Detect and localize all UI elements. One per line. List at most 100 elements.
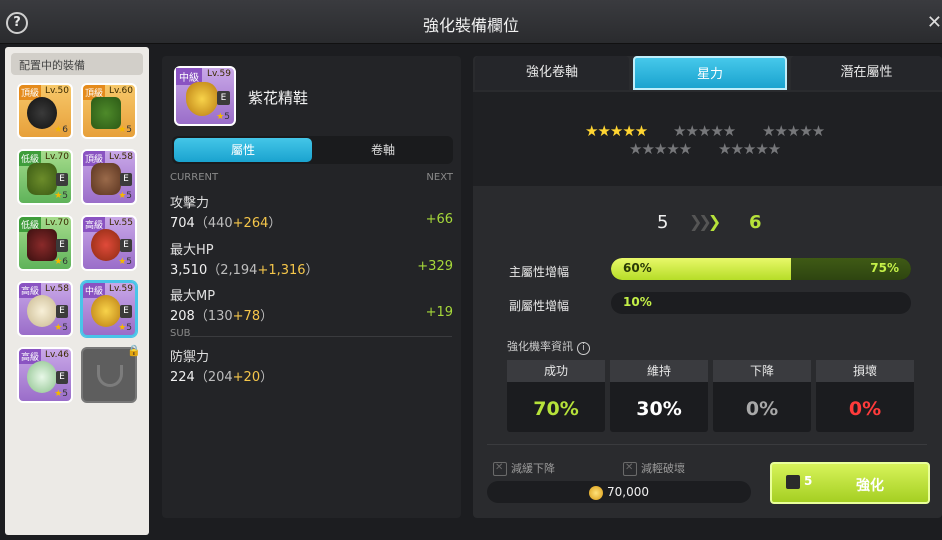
selected-item-icon: 中級 Lv.59 E 5 <box>174 66 236 126</box>
equip-slot-7[interactable]: 高級 Lv.58 E 5 <box>17 281 73 337</box>
close-icon[interactable]: ✕ <box>927 12 942 33</box>
gloves-icon <box>27 295 57 327</box>
equip-slot-2[interactable]: 頂級 Lv.60 5 <box>81 83 137 139</box>
level-label: Lv.59 <box>109 284 133 294</box>
scroll-icon <box>786 474 800 489</box>
success-box: 成功 70% <box>507 360 605 432</box>
e-badge: E <box>56 305 68 318</box>
decrease-value: 0% <box>745 398 779 420</box>
item-info-panel: 中級 Lv.59 E 5 紫花精鞋 屬性 卷軸 CURRENT NEXT 攻擊力… <box>162 56 461 518</box>
stat-value-attack: 704（440+264） <box>170 216 282 231</box>
destroy-value: 0% <box>848 398 882 420</box>
star-group-4: ★★★★★ <box>629 140 692 158</box>
equip-slot-5[interactable]: 低級 Lv.70 E 6 <box>17 215 73 271</box>
main-stat-bar: 60% 75% <box>611 258 911 280</box>
star-group-3: ★★★★★ <box>762 122 825 140</box>
cape-icon <box>91 97 121 129</box>
star-count: 5 <box>54 389 68 399</box>
e-badge: E <box>56 371 68 384</box>
destroy-box: 損壞 0% <box>816 360 914 432</box>
equip-slot-8-selected[interactable]: 中級 Lv.59 E 5 <box>81 281 137 337</box>
title-bar: ? 強化裝備欄位 ✕ <box>0 0 942 44</box>
star-count: 5 <box>54 191 68 201</box>
star-count: 6 <box>54 125 68 135</box>
emblem-icon <box>97 365 123 387</box>
slow-decrease-checkbox[interactable]: 減緩下降 <box>493 460 555 476</box>
main-stat-next: 75% <box>870 261 899 275</box>
star-count: 5 <box>216 112 230 122</box>
level-label: Lv.70 <box>45 152 69 162</box>
success-value: 70% <box>533 398 579 420</box>
sub-stat-current: 10% <box>623 295 652 309</box>
level-label: Lv.55 <box>109 218 133 228</box>
stat-value-defense: 224（204+20） <box>170 370 274 385</box>
next-header: NEXT <box>426 172 453 183</box>
divider <box>487 444 927 445</box>
level-label: Lv.50 <box>45 86 69 96</box>
reduce-destroy-checkbox[interactable]: 減輕破壞 <box>623 460 685 476</box>
level-label: Lv.58 <box>45 284 69 294</box>
tab-starforce[interactable]: 星力 <box>633 56 787 90</box>
tab-enhance-scroll[interactable]: 強化卷軸 <box>475 56 629 90</box>
helmet-icon <box>27 97 57 129</box>
maintain-box: 維持 30% <box>610 360 708 432</box>
enhance-panel: 強化卷軸 星力 潛在屬性 ★★★★★ ★★★★★ ★★★★★ ★★★★★ ★★★… <box>473 56 942 518</box>
next-star-level: 6 <box>749 212 762 233</box>
arrow-icon: ❯❯❯ <box>689 212 721 231</box>
lock-icon: 🔒 <box>127 344 141 357</box>
current-star-level: 5 <box>657 212 669 233</box>
probability-title: 強化機率資訊 i <box>507 338 590 355</box>
main-stat-label: 主屬性增幅 <box>509 265 570 279</box>
stat-name-mp: 最大MP <box>170 289 216 304</box>
e-badge: E <box>120 239 132 252</box>
item-name: 紫花精鞋 <box>248 89 309 107</box>
stat-next-mp: +19 <box>425 305 453 320</box>
star-count: 5 <box>118 257 132 267</box>
level-label: Lv.60 <box>109 86 133 96</box>
checkbox-icon <box>623 462 637 476</box>
tab-scroll[interactable]: 卷軸 <box>314 138 452 162</box>
current-header: CURRENT <box>170 172 219 183</box>
star-display: ★★★★★ ★★★★★ ★★★★★ ★★★★★ ★★★★★ <box>473 92 942 186</box>
e-badge: E <box>217 91 230 105</box>
star-group-2: ★★★★★ <box>673 122 736 140</box>
equip-slot-4[interactable]: 頂級 Lv.58 E 5 <box>81 149 137 205</box>
enhance-label: 強化 <box>856 478 884 494</box>
star-count: 5 <box>54 323 68 333</box>
enhance-button[interactable]: 5 強化 <box>770 462 930 504</box>
star-count: 5 <box>118 323 132 333</box>
meso-coin-icon <box>589 485 603 500</box>
e-badge: E <box>56 173 68 186</box>
decrease-label: 下降 <box>713 360 811 382</box>
scroll-count: 5 <box>786 474 812 489</box>
tab-attributes[interactable]: 屬性 <box>174 138 312 162</box>
equip-slot-1[interactable]: 頂級 Lv.50 6 <box>17 83 73 139</box>
level-label: Lv.58 <box>109 152 133 162</box>
sub-header: SUB <box>170 328 191 339</box>
maintain-label: 維持 <box>610 360 708 382</box>
stat-next-hp: +329 <box>417 259 453 274</box>
main-stat-current: 60% <box>623 261 652 275</box>
e-badge: E <box>120 305 132 318</box>
decrease-box: 下降 0% <box>713 360 811 432</box>
level-label: Lv.59 <box>207 69 231 79</box>
equip-slot-6[interactable]: 高級 Lv.55 E 5 <box>81 215 137 271</box>
equip-slot-3[interactable]: 低級 Lv.70 E 5 <box>17 149 73 205</box>
stat-name-hp: 最大HP <box>170 243 214 258</box>
tab-potential[interactable]: 潛在屬性 <box>791 56 942 90</box>
shoulder-icon <box>91 163 121 195</box>
star-group-5: ★★★★★ <box>718 140 781 158</box>
armor-icon <box>27 163 57 195</box>
belt-icon <box>91 229 121 261</box>
equip-slot-9[interactable]: 高級 Lv.46 E 5 <box>17 347 73 403</box>
star-count: 6 <box>54 257 68 267</box>
star-count: 5 <box>118 125 132 135</box>
sub-stat-bar: 10% <box>611 292 911 314</box>
sub-stat-label: 副屬性增幅 <box>509 299 570 313</box>
pants-icon <box>27 229 57 261</box>
stat-value-mp: 208（130+78） <box>170 309 274 324</box>
shoes-icon <box>186 82 218 116</box>
info-icon[interactable]: i <box>577 342 590 355</box>
sub-divider <box>190 336 452 337</box>
destroy-label: 損壞 <box>816 360 914 382</box>
